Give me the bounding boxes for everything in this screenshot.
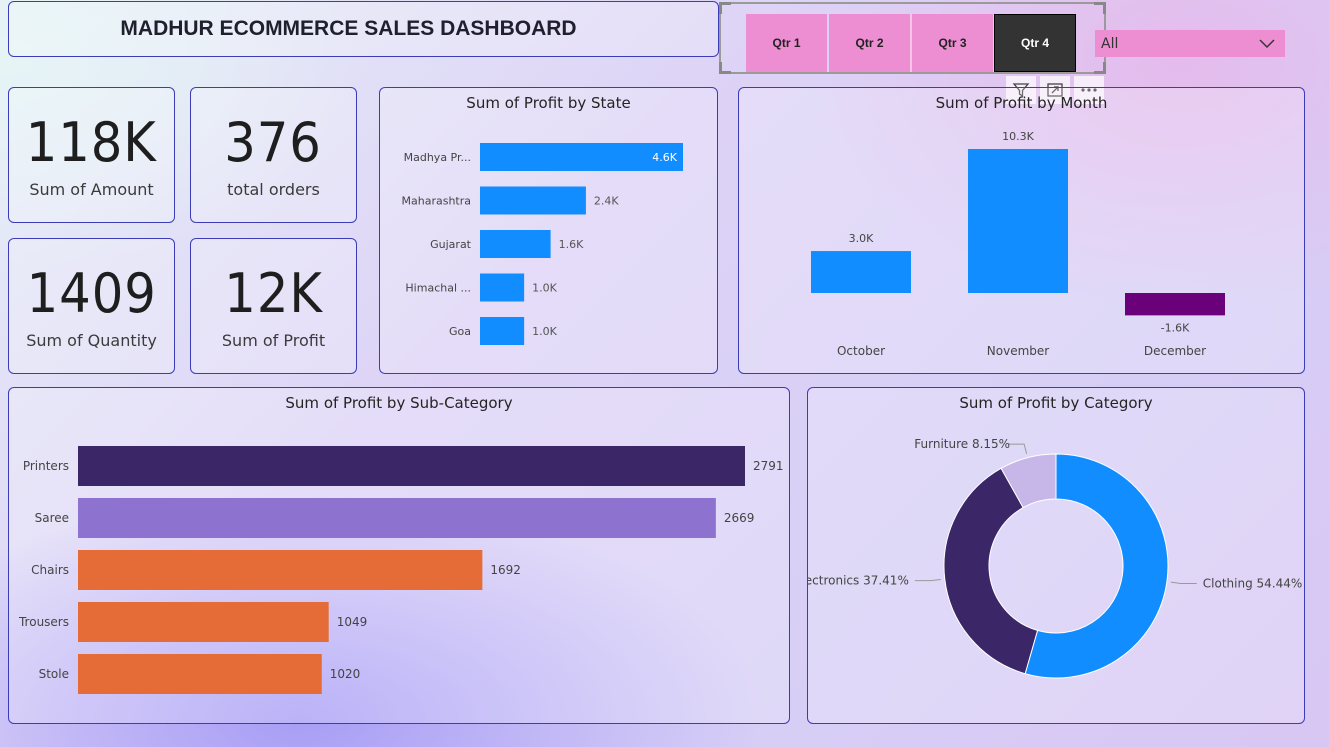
subcategory-bar: [78, 654, 322, 694]
subcategory-bar: [78, 602, 329, 642]
donut-data-label: Clothing 54.44%: [1203, 577, 1303, 591]
subcategory-data-label: 2791: [753, 459, 784, 473]
all-filter-dropdown[interactable]: All: [1095, 30, 1285, 57]
kpi-card-orders: 376 total orders: [190, 87, 357, 223]
month-category-label: December: [1144, 344, 1206, 358]
state-data-label: 1.0K: [532, 282, 557, 295]
donut-leader-line: [1008, 443, 1028, 454]
month-column: [1125, 293, 1225, 316]
kpi-value: 118K: [25, 111, 158, 174]
kpi-label: Sum of Profit: [221, 331, 326, 350]
subcategory-bar: [78, 550, 483, 590]
state-bar: [480, 273, 525, 302]
month-data-label: 10.3K: [1002, 130, 1034, 143]
state-data-label: 1.0K: [532, 325, 557, 338]
subcategory-label: Printers: [23, 459, 69, 473]
kpi-card-quantity: 1409 Sum of Quantity: [8, 238, 175, 374]
state-bar: [480, 317, 525, 345]
donut-leader-line: [1170, 581, 1197, 585]
state-bar-chart: Madhya Pr... 4.6K Maharashtra 2.4K Gujarat 1.…: [402, 143, 683, 345]
kpi-label: Sum of Amount: [29, 180, 154, 199]
state-bar: [480, 186, 586, 215]
dashboard-title: MADHUR ECOMMERCE SALES DASHBOARD: [120, 17, 577, 40]
chevron-down-icon: [1259, 38, 1275, 48]
state-category-label: Gujarat: [430, 238, 472, 251]
month-column: [968, 149, 1068, 293]
subcategory-bar: [78, 498, 716, 538]
kpi-label: Sum of Quantity: [26, 331, 157, 350]
state-category-label: Goa: [449, 325, 471, 338]
chart-profit-by-subcategory[interactable]: Sum of Profit by Sub-Category Printers 27…: [8, 387, 790, 724]
month-data-label: 3.0K: [849, 232, 874, 245]
chart-profit-by-category[interactable]: Sum of Profit by Category Clothing 54.44…: [807, 387, 1305, 724]
dropdown-value: All: [1101, 35, 1119, 52]
state-data-label: 2.4K: [594, 195, 619, 208]
state-bar: [480, 230, 551, 258]
state-category-label: Madhya Pr...: [404, 151, 471, 164]
subcategory-bar: [78, 446, 745, 486]
subcategory-label: Stole: [39, 667, 69, 681]
month-category-label: October: [837, 344, 885, 358]
donut-data-label: Furniture 8.15%: [914, 437, 1010, 451]
state-data-label: 4.6K: [652, 151, 677, 164]
chart-profit-by-month[interactable]: Sum of Profit by Month 3.0K October 10.3K N…: [738, 87, 1305, 374]
month-column-chart: 3.0K October 10.3K November -1.6K December: [811, 130, 1225, 358]
kpi-value: 1409: [26, 262, 157, 325]
month-data-label: -1.6K: [1161, 321, 1190, 334]
slicer-option-qtr-3[interactable]: Qtr 3: [912, 14, 994, 72]
kpi-value: 376: [224, 111, 323, 174]
state-category-label: Maharashtra: [402, 195, 472, 208]
subcategory-data-label: 1049: [337, 615, 368, 629]
subcategory-label: Saree: [35, 511, 69, 525]
month-column: [811, 251, 911, 293]
quarter-slicer[interactable]: Qtr 1 Qtr 2 Qtr 3 Qtr 4: [719, 2, 1106, 74]
kpi-card-profit: 12K Sum of Profit: [190, 238, 357, 374]
kpi-card-amount: 118K Sum of Amount: [8, 87, 175, 223]
state-category-label: Himachal ...: [405, 282, 471, 295]
slicer-option-qtr-2[interactable]: Qtr 2: [829, 14, 911, 72]
dashboard-title-box: MADHUR ECOMMERCE SALES DASHBOARD: [8, 1, 719, 57]
subcategory-label: Chairs: [31, 563, 69, 577]
subcategory-data-label: 1692: [490, 563, 521, 577]
slicer-option-qtr-4[interactable]: Qtr 4: [994, 14, 1076, 72]
chart-profit-by-state[interactable]: Sum of Profit by State Madhya Pr... 4.6K M…: [379, 87, 718, 374]
month-category-label: November: [987, 344, 1049, 358]
category-donut-chart: Clothing 54.44% Electronics 37.41% Furnitu…: [808, 437, 1303, 679]
kpi-label: total orders: [227, 180, 320, 199]
subcategory-label: Trousers: [18, 615, 69, 629]
donut-leader-line: [914, 578, 941, 582]
subcategory-data-label: 2669: [724, 511, 755, 525]
kpi-value: 12K: [224, 262, 323, 325]
slicer-option-qtr-1[interactable]: Qtr 1: [746, 14, 828, 72]
subcategory-data-label: 1020: [330, 667, 361, 681]
subcategory-bar-chart: Printers 2791 Saree 2669 Chairs 1692 Trousers 1…: [18, 446, 784, 694]
state-data-label: 1.6K: [559, 238, 584, 251]
donut-data-label: Electronics 37.41%: [808, 574, 909, 588]
